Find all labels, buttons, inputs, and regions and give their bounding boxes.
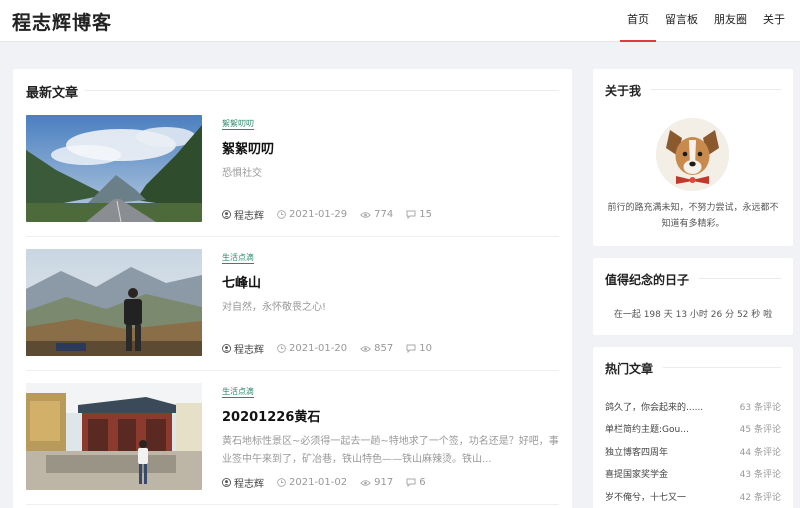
meta-author: 程志辉 xyxy=(222,341,264,356)
article-title[interactable]: 20201226黄石 xyxy=(222,406,320,425)
hot-article-title[interactable]: 单栏简约主题:Gou... xyxy=(605,422,689,435)
site-logo[interactable]: 程志辉博客 xyxy=(12,8,112,35)
section-divider xyxy=(85,90,559,91)
hot-article-title[interactable]: 独立博客四周年 xyxy=(605,445,668,458)
section-title: 最新文章 xyxy=(26,86,79,101)
article-comments: 10 xyxy=(419,343,432,354)
hot-article-count: 63 条评论 xyxy=(739,402,781,413)
clock-icon xyxy=(277,344,286,353)
meta-comments: 10 xyxy=(406,343,432,354)
hot-article-count: 44 条评论 xyxy=(739,447,781,458)
hot-article-title[interactable]: 鸽久了，你会起来的...... xyxy=(605,400,703,413)
anniversary-title: 值得纪念的日子 xyxy=(605,273,690,287)
avatar[interactable] xyxy=(656,118,729,191)
hot-article-item[interactable]: 单栏简约主题:Gou... 45 条评论 xyxy=(605,418,781,441)
meta-comments: 15 xyxy=(406,209,432,220)
meta-date: 2021-01-20 xyxy=(277,343,347,354)
article-tag[interactable]: 絮絮叨叨 xyxy=(222,118,254,130)
user-icon xyxy=(222,344,231,353)
comment-icon xyxy=(406,478,416,487)
article-meta: 程志辉 2021-01-02 917 6 xyxy=(222,475,439,490)
clock-icon xyxy=(277,478,286,487)
hot-article-item[interactable]: 独立博客四周年 44 条评论 xyxy=(605,440,781,463)
eye-icon xyxy=(360,345,371,352)
hot-article-item[interactable]: 喜提国家奖学金 43 条评论 xyxy=(605,463,781,486)
article-thumbnail[interactable] xyxy=(26,383,202,490)
main-nav: 首页 留言板 朋友圈 关于 xyxy=(618,0,792,42)
hot-article-title[interactable]: 喜提国家奖学金 xyxy=(605,467,668,480)
article-info: 絮絮叨叨 絮絮叨叨 恐惧社交 程志辉 2021-01-29 774 15 xyxy=(222,115,559,222)
hot-article-count: 43 条评论 xyxy=(739,470,781,481)
about-card: 关于我 前行的路充满未知，不努力尝试，永远都不知道有多精彩。 xyxy=(593,69,793,246)
anniversary-counter: 在一起 198 天 13 小时 26 分 52 秒 啦 xyxy=(613,310,773,320)
article-views: 917 xyxy=(374,477,394,488)
article-title[interactable]: 七峰山 xyxy=(222,272,261,291)
hot-articles-card: 热门文章 鸽久了，你会起来的...... 63 条评论 单栏简约主题:Gou..… xyxy=(593,347,793,508)
article-date: 2021-01-20 xyxy=(289,343,348,354)
author-name[interactable]: 程志辉 xyxy=(234,341,264,356)
article-meta: 程志辉 2021-01-29 774 15 xyxy=(222,207,445,222)
article-comments: 6 xyxy=(419,477,426,488)
eye-icon xyxy=(360,479,371,486)
meta-views: 917 xyxy=(360,477,393,488)
article-date: 2021-01-02 xyxy=(289,477,348,488)
anniversary-divider xyxy=(699,278,781,279)
meta-author: 程志辉 xyxy=(222,475,264,490)
article-views: 857 xyxy=(374,343,394,354)
about-divider xyxy=(651,89,781,90)
meta-date: 2021-01-02 xyxy=(277,477,347,488)
nav-item-friends[interactable]: 朋友圈 xyxy=(707,0,754,42)
user-icon xyxy=(222,210,231,219)
article-thumbnail[interactable] xyxy=(26,115,202,222)
article-excerpt: 对自然，永怀敬畏之心! xyxy=(222,302,327,313)
hot-articles-divider xyxy=(663,367,781,368)
article-tag[interactable]: 生活点滴 xyxy=(222,252,254,264)
article-comments: 15 xyxy=(419,209,432,220)
about-title: 关于我 xyxy=(605,84,642,98)
article-date: 2021-01-29 xyxy=(289,209,348,220)
comment-icon xyxy=(406,210,416,219)
article-info: 生活点滴 20201226黄石 黄石地标性景区~必须得一起去一趟~特地求了一个签… xyxy=(222,383,559,490)
article-excerpt: 恐惧社交 xyxy=(222,168,262,179)
meta-date: 2021-01-29 xyxy=(277,209,347,220)
hot-articles-list: 鸽久了，你会起来的...... 63 条评论 单栏简约主题:Gou... 45 … xyxy=(605,395,781,508)
meta-views: 857 xyxy=(360,343,393,354)
dog-avatar-icon xyxy=(656,118,729,191)
meta-author: 程志辉 xyxy=(222,207,264,222)
article-thumbnail[interactable] xyxy=(26,249,202,356)
article-excerpt: 黄石地标性景区~必须得一起去一趟~特地求了一个签，功名还是？好吧，事业签中午来到… xyxy=(222,436,559,465)
article-meta: 程志辉 2021-01-20 857 10 xyxy=(222,341,445,356)
eye-icon xyxy=(360,211,371,218)
article-tag[interactable]: 生活点滴 xyxy=(222,386,254,398)
clock-icon xyxy=(277,210,286,219)
article-title[interactable]: 絮絮叨叨 xyxy=(222,138,274,157)
article-info: 生活点滴 七峰山 对自然，永怀敬畏之心! 程志辉 2021-01-20 857 xyxy=(222,249,559,356)
hot-article-title[interactable]: 岁不俺兮，十七又一 xyxy=(605,490,686,503)
anniversary-card: 值得纪念的日子 在一起 198 天 13 小时 26 分 52 秒 啦 xyxy=(593,258,793,335)
latest-articles-card: 最新文章 絮絮叨叨 絮絮叨叨 恐惧社交 程志辉 2021-01-29 774 1… xyxy=(13,69,572,508)
hot-articles-title: 热门文章 xyxy=(605,362,654,376)
author-name[interactable]: 程志辉 xyxy=(234,475,264,490)
article-item: 生活点滴 20201226黄石 黄石地标性景区~必须得一起去一趟~特地求了一个签… xyxy=(26,383,559,505)
comment-icon xyxy=(406,344,416,353)
hot-article-count: 42 条评论 xyxy=(739,492,781,503)
article-views: 774 xyxy=(374,209,394,220)
user-icon xyxy=(222,478,231,487)
site-header: 程志辉博客 首页 留言板 朋友圈 关于 xyxy=(0,0,800,42)
nav-item-guestbook[interactable]: 留言板 xyxy=(658,0,705,42)
article-item: 生活点滴 七峰山 对自然，永怀敬畏之心! 程志辉 2021-01-20 857 xyxy=(26,249,559,371)
nav-item-home[interactable]: 首页 xyxy=(620,0,656,42)
nav-item-about[interactable]: 关于 xyxy=(756,0,792,42)
hot-article-item[interactable]: 鸽久了，你会起来的...... 63 条评论 xyxy=(605,395,781,418)
meta-comments: 6 xyxy=(406,477,426,488)
about-text: 前行的路充满未知，不努力尝试，永远都不知道有多精彩。 xyxy=(607,203,779,229)
article-item: 絮絮叨叨 絮絮叨叨 恐惧社交 程志辉 2021-01-29 774 15 xyxy=(26,115,559,237)
author-name[interactable]: 程志辉 xyxy=(234,207,264,222)
hot-article-item[interactable]: 岁不俺兮，十七又一 42 条评论 xyxy=(605,485,781,508)
meta-views: 774 xyxy=(360,209,393,220)
hot-article-count: 45 条评论 xyxy=(739,425,781,436)
